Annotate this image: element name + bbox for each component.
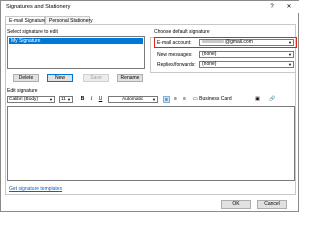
- chevron-down-icon: ▼: [288, 52, 292, 57]
- new-messages-value: (none): [202, 51, 217, 57]
- insert-picture-icon[interactable]: ▣: [253, 96, 262, 103]
- font-size-value: 11: [61, 97, 66, 102]
- delete-button[interactable]: Delete: [13, 74, 39, 82]
- align-center-icon[interactable]: ≡: [172, 96, 179, 103]
- new-messages-label: New messages:: [157, 52, 193, 58]
- select-signature-label: Select signature to edit: [7, 29, 58, 35]
- font-select[interactable]: Calibri (Body) ▼: [7, 96, 55, 103]
- business-card-icon: ▭: [193, 96, 198, 102]
- insert-hyperlink-icon[interactable]: 🔗: [268, 96, 277, 103]
- font-value: Calibri (Body): [9, 97, 39, 102]
- tab-personal-stationery[interactable]: Personal Stationery: [45, 16, 93, 24]
- list-item[interactable]: My Signature: [9, 38, 143, 44]
- chevron-down-icon: ▼: [67, 97, 71, 102]
- new-messages-select[interactable]: (none) ▼: [199, 51, 294, 58]
- replies-value: (none): [202, 61, 217, 67]
- font-color-select[interactable]: Automatic ▼: [108, 96, 158, 103]
- ok-button[interactable]: OK: [221, 200, 251, 209]
- chevron-down-icon: ▼: [288, 62, 292, 67]
- title-bar: Signatures and Stationery ? ✕: [1, 1, 299, 13]
- business-card-button[interactable]: ▭ Business Card: [193, 96, 243, 103]
- font-color-value: Automatic: [122, 97, 144, 102]
- signature-templates-link[interactable]: Get signature templates: [9, 186, 62, 192]
- bold-icon[interactable]: B: [79, 96, 86, 103]
- signature-list[interactable]: My Signature: [7, 36, 145, 69]
- email-account-highlight: [154, 37, 297, 48]
- format-toolbar: Calibri (Body) ▼ 11 ▼ B I U Automatic ▼ …: [7, 96, 295, 105]
- replies-select[interactable]: (none) ▼: [199, 61, 294, 68]
- font-size-select[interactable]: 11 ▼: [59, 96, 73, 103]
- save-button[interactable]: Save: [83, 74, 109, 82]
- align-right-icon[interactable]: ≡: [181, 96, 188, 103]
- close-button[interactable]: ✕: [284, 3, 294, 11]
- rename-button[interactable]: Rename: [117, 74, 143, 82]
- cancel-button[interactable]: Cancel: [257, 200, 287, 209]
- replies-label: Replies/forwards:: [157, 62, 196, 68]
- chevron-down-icon: ▼: [49, 97, 53, 102]
- signature-editor[interactable]: [7, 106, 295, 181]
- window-title: Signatures and Stationery: [6, 4, 71, 10]
- new-button[interactable]: New: [47, 74, 73, 82]
- help-button[interactable]: ?: [267, 3, 277, 11]
- chevron-down-icon: ▼: [152, 97, 156, 102]
- signatures-dialog: Signatures and Stationery ? ✕ E-mail Sig…: [0, 0, 299, 212]
- align-left-icon[interactable]: ≡: [163, 96, 170, 103]
- default-signature-label: Choose default signature: [154, 29, 210, 35]
- underline-icon[interactable]: U: [97, 96, 104, 103]
- edit-signature-label: Edit signature: [7, 88, 38, 94]
- business-card-label: Business Card: [199, 96, 232, 102]
- italic-icon[interactable]: I: [88, 96, 95, 103]
